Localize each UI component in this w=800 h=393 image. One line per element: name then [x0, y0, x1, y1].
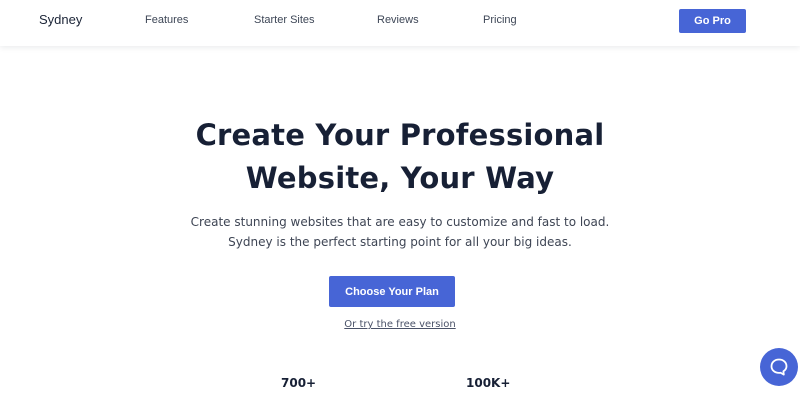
hero-subtitle: Create stunning websites that are easy t… — [0, 212, 800, 252]
hero-title: Create Your Professional Website, Your W… — [0, 114, 800, 200]
hero-title-line-1: Create Your Professional — [195, 118, 605, 152]
nav-link-reviews[interactable]: Reviews — [377, 14, 419, 26]
hero-subtitle-line-2: Sydney is the perfect starting point for… — [228, 235, 572, 249]
help-chat-button[interactable] — [760, 348, 798, 386]
site-header: Sydney Features Starter Sites Reviews Pr… — [0, 0, 800, 46]
stat-value-users: 100K+ — [466, 376, 511, 390]
nav-link-starter-sites[interactable]: Starter Sites — [254, 14, 315, 26]
nav-link-features[interactable]: Features — [145, 14, 188, 26]
stat-value-sites: 700+ — [281, 376, 317, 390]
go-pro-button[interactable]: Go Pro — [679, 9, 746, 33]
hero-subtitle-line-1: Create stunning websites that are easy t… — [190, 215, 610, 229]
free-version-link[interactable]: Or try the free version — [0, 319, 800, 330]
hero-title-line-2: Website, Your Way — [245, 161, 555, 195]
nav-link-pricing[interactable]: Pricing — [483, 14, 517, 26]
chat-bubble-icon — [770, 358, 788, 376]
choose-plan-button[interactable]: Choose Your Plan — [329, 276, 455, 307]
site-logo[interactable]: Sydney — [39, 12, 82, 27]
